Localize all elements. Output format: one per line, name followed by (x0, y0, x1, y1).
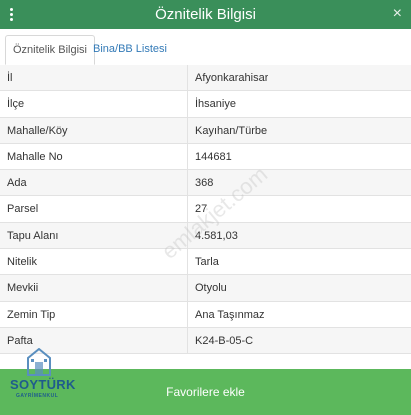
table-row: Mevkii Otyolu (0, 275, 411, 302)
company-logo: SOYTÜRK GAYRİMENKUL (6, 348, 75, 408)
row-label: Mevkii (0, 275, 188, 301)
row-value: Ana Taşınmaz (195, 308, 265, 321)
row-value: K24-B-05-C (195, 334, 254, 347)
table-row: İlçe İhsaniye (0, 91, 411, 118)
row-value: 144681 (195, 150, 232, 163)
attribute-table: İl Afyonkarahisar İlçe İhsaniye Mahalle/Kö… (0, 65, 411, 355)
row-value: 27 (195, 203, 208, 216)
building-logo-icon (27, 348, 51, 376)
row-label: İl (0, 65, 188, 91)
row-value: 4.581,03 (195, 229, 238, 242)
row-label: Mahalle/Köy (0, 117, 188, 143)
table-row: Mahalle/Köy Kayıhan/Türbe (0, 117, 411, 144)
more-vertical-icon[interactable] (6, 0, 16, 29)
table-row: Nitelik Tarla (0, 249, 411, 276)
table-row: Ada 368 (0, 170, 411, 197)
tab-bar: Öznitelik Bilgisi Bina/BB Listesi (0, 29, 411, 66)
tab-bina-bb-listesi[interactable]: Bina/BB Listesi (86, 35, 174, 65)
row-label: İlçe (0, 91, 188, 117)
logo-name: SOYTÜRK (10, 377, 76, 392)
dialog-title: Öznitelik Bilgisi (155, 6, 256, 23)
table-row: Parsel 27 (0, 196, 411, 223)
row-value: Afyonkarahisar (195, 72, 269, 84)
row-value: Tarla (195, 256, 219, 269)
table-row: Tapu Alanı 4.581,03 (0, 222, 411, 250)
row-label: Zemin Tip (0, 301, 188, 327)
row-label: Ada (0, 170, 188, 196)
row-label: Tapu Alanı (0, 222, 188, 249)
row-label: Parsel (0, 196, 188, 222)
table-row: İl Afyonkarahisar (0, 65, 411, 92)
table-row: Zemin Tip Ana Taşınmaz (0, 301, 411, 328)
row-label: Nitelik (0, 249, 188, 275)
dialog-header: Öznitelik Bilgisi × (0, 0, 411, 29)
row-label: Mahalle No (0, 143, 188, 170)
tab-oznitelik-bilgisi[interactable]: Öznitelik Bilgisi (5, 35, 95, 65)
row-value: 368 (195, 177, 214, 190)
table-row: Mahalle No 144681 (0, 143, 411, 171)
row-value: İhsaniye (195, 98, 236, 111)
close-icon[interactable]: × (393, 4, 402, 24)
row-value: Kayıhan/Türbe (195, 124, 268, 137)
row-value: Otyolu (195, 282, 227, 295)
logo-subtitle: GAYRİMENKUL (16, 393, 59, 399)
